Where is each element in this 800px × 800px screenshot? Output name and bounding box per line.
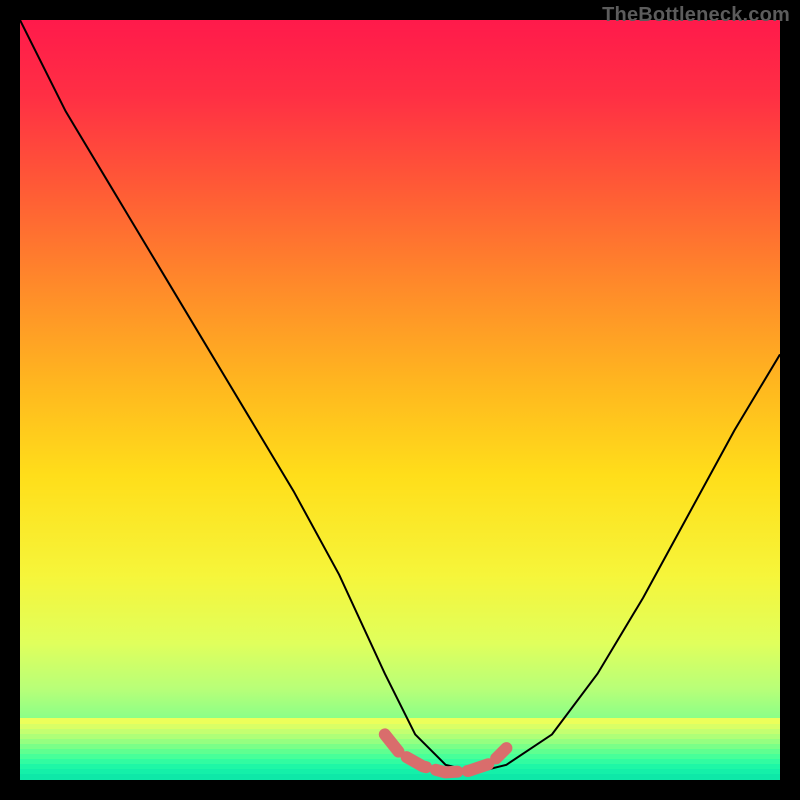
watermark-text: TheBottleneck.com bbox=[602, 4, 790, 27]
plot-background bbox=[20, 20, 780, 780]
chart-stage: TheBottleneck.com bbox=[0, 0, 800, 800]
bottleneck-chart bbox=[0, 0, 800, 800]
